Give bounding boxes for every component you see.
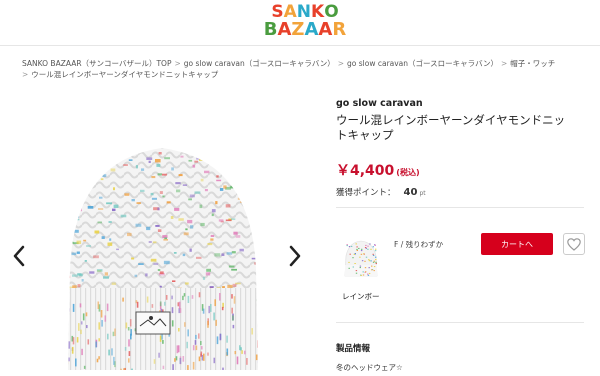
logo-letter: B <box>263 19 278 40</box>
tax-label: (税込) <box>396 168 420 177</box>
points-unit: pt <box>419 190 426 197</box>
breadcrumb-separator: > <box>500 59 508 68</box>
logo-line-2: BAZAAR <box>262 21 348 39</box>
variant-label: レインボー <box>342 292 380 301</box>
site-header: SANKO BAZAAR <box>0 0 600 46</box>
breadcrumb: SANKO BAZAAR（サンコーバザール）TOP > go slow carava… <box>22 58 582 80</box>
variant-cap-image <box>344 240 378 277</box>
breadcrumb-top[interactable]: SANKO BAZAAR（サンコーバザール）TOP <box>22 59 171 68</box>
knit-cap-image <box>68 148 258 370</box>
logo-letter: A <box>304 19 319 40</box>
chevron-right-icon <box>289 245 301 267</box>
logo-letter: A <box>277 19 292 40</box>
logo-letter: A <box>318 19 333 40</box>
product-title: ウール混レインボーヤーンダイヤモンドニットキャップ <box>336 113 566 142</box>
breadcrumb-separator: > <box>337 59 345 68</box>
product-info-text: 冬のヘッドウェア☆ <box>336 363 403 372</box>
breadcrumb-current: ウール混レインボーヤーンダイヤモンドニットキャップ <box>31 70 219 79</box>
chevron-left-icon <box>13 245 25 267</box>
price: ￥4,400 (税込) <box>336 160 420 180</box>
prev-image-button[interactable] <box>10 244 28 268</box>
points-label: 獲得ポイント： <box>336 188 396 198</box>
next-image-button[interactable] <box>286 244 304 268</box>
variant-thumbnail[interactable] <box>341 238 381 278</box>
product-image <box>40 120 285 376</box>
divider <box>336 207 584 208</box>
breadcrumb-brand[interactable]: go slow caravan（ゴースローキャラバン） <box>184 59 335 68</box>
favorite-button[interactable] <box>563 233 585 255</box>
brand-patch-icon <box>135 311 171 335</box>
add-to-cart-button[interactable]: カートへ <box>481 233 553 255</box>
points: 獲得ポイント： 40 pt <box>336 186 426 198</box>
points-value: 40 <box>403 187 418 198</box>
product-info-heading: 製品情報 <box>336 344 371 354</box>
breadcrumb-separator: > <box>174 59 181 68</box>
logo-letter: R <box>332 19 347 40</box>
brand-name[interactable]: go slow caravan <box>336 98 423 109</box>
breadcrumb-category[interactable]: 帽子・ワッチ <box>510 59 555 68</box>
logo-letter: Z <box>291 19 305 40</box>
stock-status: F / 残りわずか <box>394 240 444 249</box>
sanko-bazaar-logo[interactable]: SANKO BAZAAR <box>262 3 348 41</box>
divider <box>336 322 584 323</box>
price-value: ￥4,400 <box>336 163 395 179</box>
breadcrumb-separator: > <box>22 70 29 79</box>
heart-icon <box>567 237 581 251</box>
breadcrumb-brand-sub[interactable]: go slow caravan（ゴースローキャラバン） <box>347 59 498 68</box>
